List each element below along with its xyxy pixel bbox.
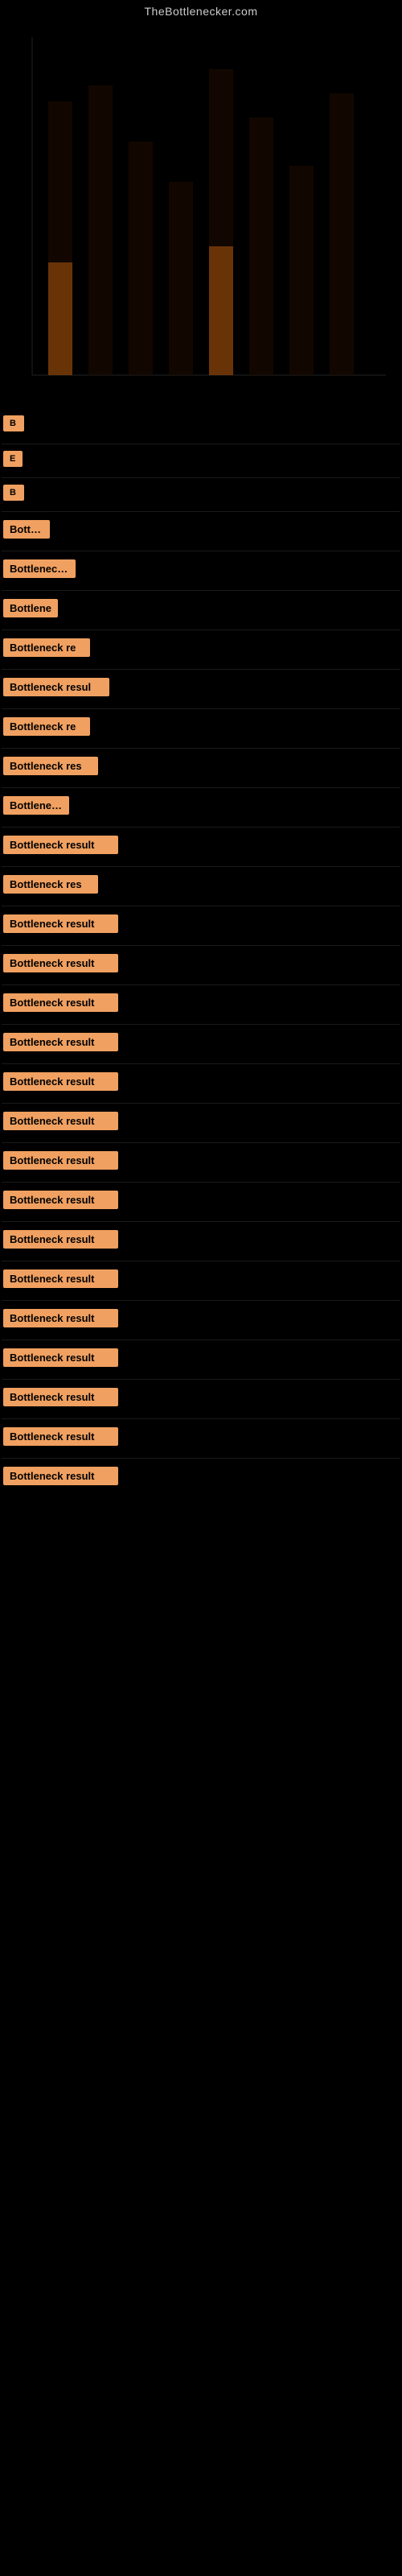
result-item: Bottleneck result [2,1426,400,1451]
bottleneck-badge: Bottleneck result [3,1191,118,1209]
bottleneck-badge: B [3,415,24,431]
results-container: B E B Bottlen Bottleneck r Bottlene Bott… [0,414,402,1491]
site-header: TheBottlenecker.com [0,0,402,21]
bottleneck-badge: Bottleneck re [3,717,90,736]
bottleneck-badge: Bottleneck [3,796,69,815]
bottleneck-badge: Bottleneck result [3,1309,118,1327]
bottleneck-badge: Bottleneck result [3,1033,118,1051]
result-item: Bottleneck re [2,637,400,663]
divider [2,1182,400,1183]
bottleneck-badge: Bottlen [3,520,50,539]
bottleneck-badge: Bottleneck result [3,954,118,972]
site-title: TheBottlenecker.com [144,0,257,18]
bottleneck-badge: E [3,451,23,467]
bottleneck-badge: Bottleneck result [3,1230,118,1249]
bottleneck-badge: Bottleneck result [3,1427,118,1446]
result-item: B [2,414,400,437]
divider [2,669,400,670]
bottleneck-badge: Bottleneck result [3,836,118,854]
bottleneck-badge: Bottleneck result [3,1072,118,1091]
result-item: Bottleneck result [2,1110,400,1136]
divider [2,1024,400,1025]
result-item: Bottlene [2,597,400,623]
result-item: Bottleneck r [2,558,400,584]
result-item: Bottleneck result [2,1189,400,1215]
divider [2,1418,400,1419]
divider [2,1063,400,1064]
bottleneck-badge: Bottleneck re [3,638,90,657]
result-item: Bottleneck result [2,1386,400,1412]
bottleneck-badge: Bottleneck result [3,1269,118,1288]
divider [2,477,400,478]
divider [2,748,400,749]
result-item: Bottleneck res [2,755,400,781]
divider [2,866,400,867]
divider [2,827,400,828]
result-item: Bottleneck resul [2,676,400,702]
divider [2,1300,400,1301]
result-item: Bottleneck result [2,1465,400,1491]
bottleneck-badge: Bottlene [3,599,58,617]
divider [2,1379,400,1380]
divider [2,1221,400,1222]
result-item: Bottleneck result [2,1228,400,1254]
bottleneck-badge: Bottleneck result [3,1467,118,1485]
bottleneck-badge: Bottleneck result [3,1348,118,1367]
bottleneck-badge: Bottleneck result [3,914,118,933]
divider [2,787,400,788]
bottleneck-badge: Bottleneck resul [3,678,109,696]
bottleneck-badge: Bottleneck result [3,993,118,1012]
bottleneck-badge: Bottleneck result [3,1388,118,1406]
result-item: Bottleneck result [2,1268,400,1294]
result-item: Bottlen [2,518,400,544]
bottleneck-badge: Bottleneck res [3,875,98,894]
divider [2,511,400,512]
bottleneck-badge: Bottleneck r [3,559,76,578]
bottleneck-badge: Bottleneck res [3,757,98,775]
result-item: B [2,483,400,506]
result-item: Bottleneck result [2,913,400,939]
divider [2,945,400,946]
bottleneck-badge: B [3,485,24,501]
result-item: Bottleneck result [2,1071,400,1096]
bottleneck-badge: Bottleneck result [3,1151,118,1170]
divider [2,590,400,591]
divider [2,1458,400,1459]
result-item: Bottleneck result [2,1307,400,1333]
result-item: Bottleneck result [2,834,400,860]
divider [2,708,400,709]
divider [2,1142,400,1143]
result-item: Bottleneck result [2,1031,400,1057]
bottleneck-badge: Bottleneck result [3,1112,118,1130]
divider [2,1103,400,1104]
result-item: Bottleneck result [2,1150,400,1175]
result-item: Bottleneck [2,795,400,820]
result-item: E [2,449,400,473]
result-item: Bottleneck result [2,1347,400,1373]
result-item: Bottleneck result [2,992,400,1018]
result-item: Bottleneck res [2,873,400,899]
result-item: Bottleneck re [2,716,400,741]
chart-area [0,21,402,407]
result-item: Bottleneck result [2,952,400,978]
